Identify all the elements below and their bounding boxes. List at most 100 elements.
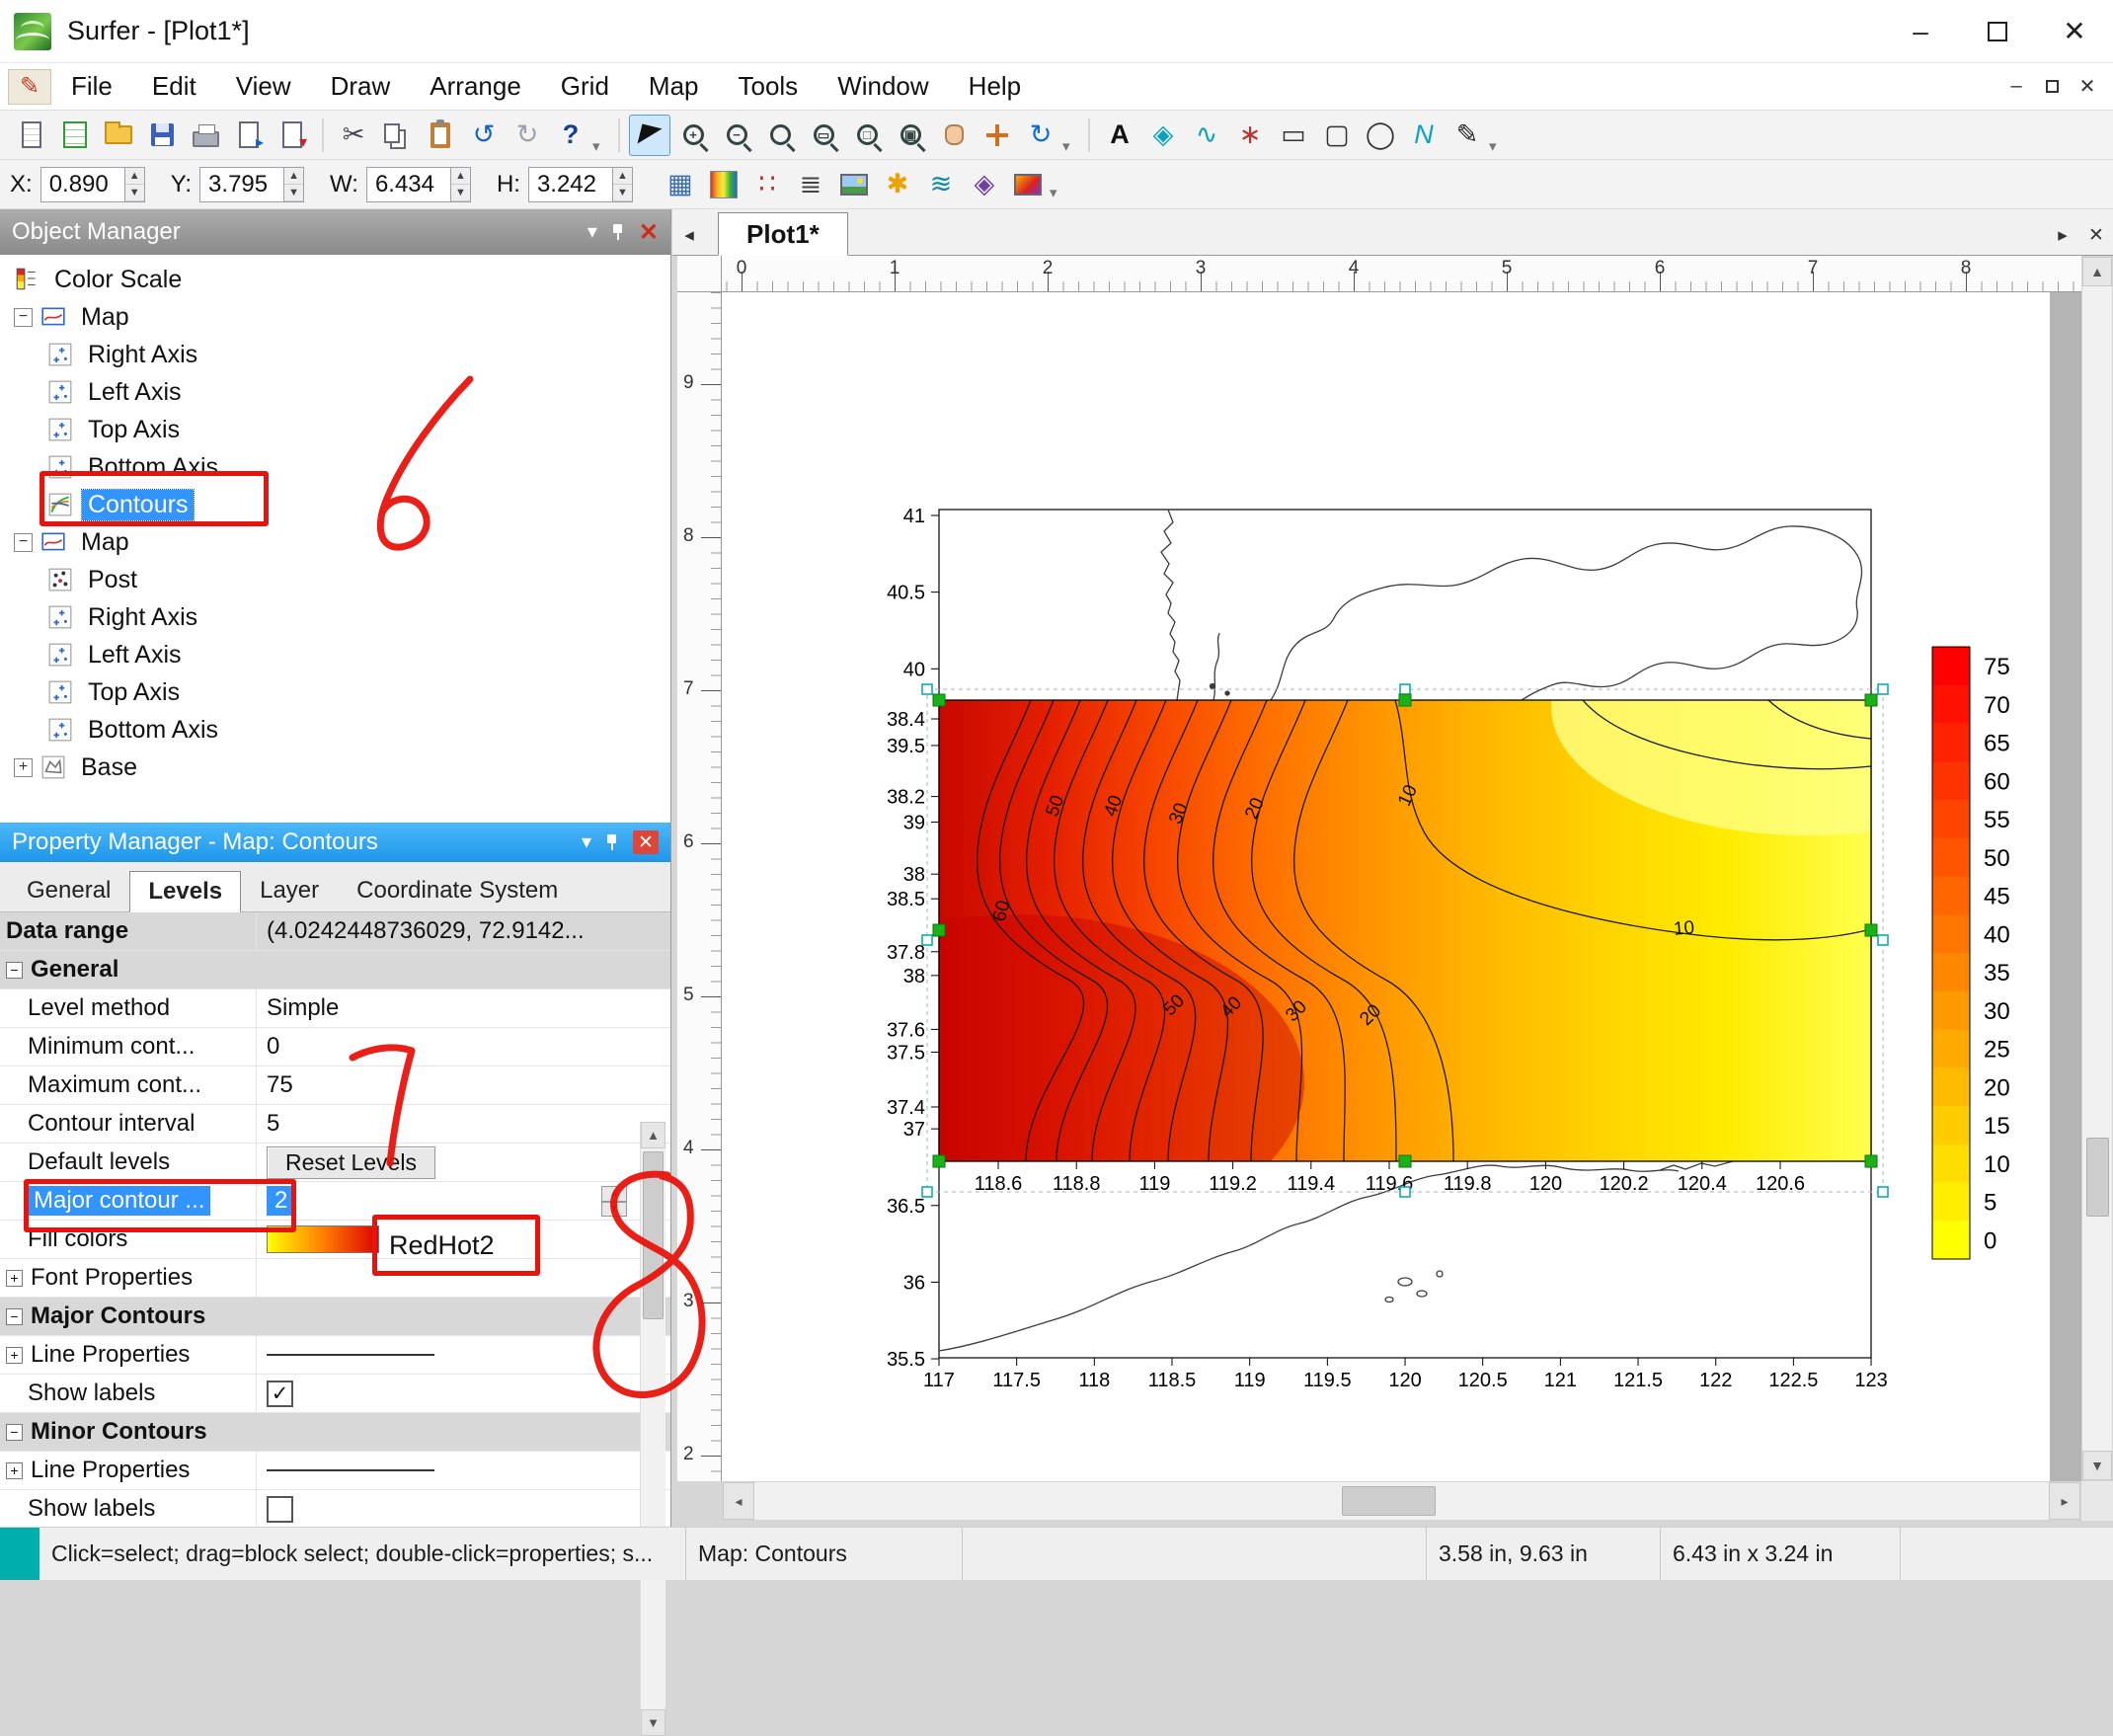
export-red-icon[interactable]: [272, 115, 313, 156]
undo-icon[interactable]: ↺: [463, 115, 505, 156]
w-stepper[interactable]: ▲▼: [451, 167, 471, 202]
collapse-icon[interactable]: −: [6, 1308, 23, 1325]
rectangle-tool-icon[interactable]: ▭: [1273, 115, 1314, 156]
menu-tools[interactable]: Tools: [718, 71, 818, 102]
collapse-icon[interactable]: −: [6, 1424, 23, 1441]
panel-menu-icon[interactable]: ▾: [582, 832, 591, 852]
property-row-maximum-cont[interactable]: Maximum cont...75: [0, 1066, 670, 1105]
expand-icon[interactable]: +: [6, 1347, 23, 1364]
panel-close-icon[interactable]: ✕: [639, 218, 659, 247]
tree-item-left-axis[interactable]: Left Axis: [0, 636, 670, 673]
pin-icon[interactable]: [611, 223, 625, 241]
line-sample[interactable]: [267, 1469, 434, 1471]
post-map-icon[interactable]: ∷: [746, 164, 788, 205]
select-arrow-icon[interactable]: ◤: [629, 115, 670, 156]
zoom-window-icon[interactable]: ▭: [803, 115, 844, 156]
property-row-minor-contours[interactable]: −Minor Contours: [0, 1413, 670, 1452]
h-input[interactable]: 3.242: [528, 167, 613, 202]
expander-icon[interactable]: +: [14, 758, 33, 777]
save-icon[interactable]: [141, 115, 183, 156]
property-row-default-levels[interactable]: Default levelsReset Levels: [0, 1144, 670, 1182]
property-row-major-contour[interactable]: Major contour ...2▲▼: [0, 1182, 670, 1221]
zoom-out-icon[interactable]: −: [716, 115, 757, 156]
zoom-in-icon[interactable]: +: [672, 115, 714, 156]
tree-item-map[interactable]: −Map: [0, 298, 670, 336]
scroll-up-icon[interactable]: ▲: [2082, 257, 2112, 286]
property-row-show-labels[interactable]: Show labels: [0, 1490, 670, 1527]
expander-icon[interactable]: −: [14, 533, 33, 552]
menu-help[interactable]: Help: [949, 71, 1041, 102]
tree-item-contours[interactable]: Contours: [0, 486, 670, 523]
spline-tool-icon[interactable]: N: [1403, 115, 1445, 156]
redraw-icon[interactable]: ↻: [1020, 115, 1061, 156]
tree-item-top-axis[interactable]: Top Axis: [0, 411, 670, 448]
cut-icon[interactable]: ✂: [333, 115, 374, 156]
scrollbar-thumb[interactable]: [2086, 1138, 2109, 1217]
property-row-contour-interval[interactable]: Contour interval5: [0, 1105, 670, 1144]
w-input[interactable]: 6.434: [366, 167, 451, 202]
zoom-full-icon[interactable]: ▣: [890, 115, 931, 156]
classed-post-icon[interactable]: ≣: [790, 164, 831, 205]
expander-icon[interactable]: −: [14, 308, 33, 327]
image-map-icon[interactable]: [833, 164, 875, 205]
x-input[interactable]: 0.890: [40, 167, 125, 202]
property-row-data-range[interactable]: Data range(4.0242448736029, 72.9142...: [0, 912, 670, 951]
menu-window[interactable]: Window: [818, 71, 948, 102]
image-icon[interactable]: [1007, 164, 1049, 205]
contour-map-icon[interactable]: ≋: [920, 164, 962, 205]
vertical-ruler[interactable]: 98765432: [677, 292, 722, 1481]
scroll-down-icon[interactable]: ▼: [641, 1709, 665, 1736]
property-row-fill-colors[interactable]: Fill colors: [0, 1221, 670, 1259]
polyline-tool-icon[interactable]: ∿: [1186, 115, 1227, 156]
tab-close-button[interactable]: ✕: [2079, 215, 2113, 255]
zoom-realtime-icon[interactable]: [759, 115, 801, 156]
tree-item-base[interactable]: +Base: [0, 749, 670, 786]
horizontal-scrollbar[interactable]: ◂ ▸: [722, 1481, 2081, 1521]
property-row-general[interactable]: −General: [0, 951, 670, 989]
toolbar-overflow-icon[interactable]: ▾: [592, 137, 610, 155]
property-grid-scrollbar[interactable]: ▲ ▼: [640, 1122, 665, 1736]
plot-canvas[interactable]: 117117.5118118.5119119.5120120.5121121.5…: [722, 292, 2081, 1481]
show-labels-checkbox[interactable]: [267, 1496, 293, 1523]
property-row-minimum-cont[interactable]: Minimum cont...0: [0, 1028, 670, 1066]
tab-general[interactable]: General: [8, 870, 129, 911]
doc-close-button[interactable]: ✕: [2070, 70, 2105, 104]
toolbar-overflow-icon[interactable]: ▾: [1062, 137, 1080, 155]
reset-levels-button[interactable]: Reset Levels: [267, 1146, 435, 1179]
export-blue-icon[interactable]: [228, 115, 270, 156]
tab-coordinate-system[interactable]: Coordinate System: [338, 870, 577, 911]
pan-icon[interactable]: [933, 115, 975, 156]
horizontal-ruler[interactable]: 012345678: [722, 256, 2081, 292]
scroll-down-icon[interactable]: ▼: [2082, 1451, 2112, 1480]
shaded-relief-icon[interactable]: ✱: [877, 164, 918, 205]
tree-item-bottom-axis[interactable]: Bottom Axis: [0, 711, 670, 749]
tree-item-right-axis[interactable]: Right Axis: [0, 336, 670, 373]
close-button[interactable]: ✕: [2036, 0, 2113, 62]
symbol-tool-icon[interactable]: ∗: [1229, 115, 1271, 156]
major-contour-value[interactable]: 2: [267, 1186, 295, 1216]
line-sample[interactable]: [267, 1354, 434, 1356]
move-icon[interactable]: [977, 115, 1018, 156]
maximize-button[interactable]: [1959, 0, 2036, 62]
tree-item-left-axis[interactable]: Left Axis: [0, 373, 670, 411]
y-stepper[interactable]: ▲▼: [284, 167, 304, 202]
tab-levels[interactable]: Levels: [129, 871, 241, 912]
tree-item-color-scale[interactable]: Color Scale: [0, 261, 670, 298]
polygon-tool-icon[interactable]: ◈: [1142, 115, 1184, 156]
tree-item-post[interactable]: Post: [0, 561, 670, 598]
panel-menu-icon[interactable]: ▾: [587, 222, 597, 242]
h-stepper[interactable]: ▲▼: [613, 167, 633, 202]
tree-item-right-axis[interactable]: Right Axis: [0, 598, 670, 636]
menu-arrange[interactable]: Arrange: [410, 71, 541, 102]
print-icon[interactable]: [185, 115, 226, 156]
tree-item-bottom-axis[interactable]: Bottom Axis: [0, 448, 670, 486]
scroll-left-icon[interactable]: ◂: [723, 1482, 754, 1520]
value-stepper[interactable]: ▲▼: [601, 1186, 627, 1217]
ellipse-tool-icon[interactable]: ◯: [1360, 115, 1401, 156]
property-row-line-properties[interactable]: +Line Properties: [0, 1452, 670, 1490]
help-pointer-icon[interactable]: ?: [550, 115, 591, 156]
vertical-scrollbar[interactable]: ▲ ▼: [2081, 256, 2113, 1481]
x-stepper[interactable]: ▲▼: [125, 167, 145, 202]
property-row-level-method[interactable]: Level methodSimple: [0, 989, 670, 1028]
scroll-right-icon[interactable]: ▸: [2049, 1482, 2080, 1520]
